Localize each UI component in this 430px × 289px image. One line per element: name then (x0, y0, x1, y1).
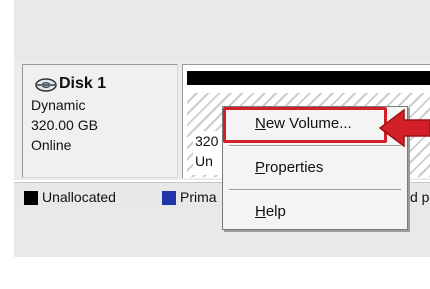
disk-name: Disk 1 (59, 75, 107, 92)
menu-item-help[interactable]: Help (229, 199, 401, 227)
disk-type: Dynamic (31, 97, 86, 113)
disk-icon (35, 78, 57, 92)
menu-separator (229, 189, 401, 191)
red-arrow-icon (378, 108, 430, 148)
legend-swatch-primary (162, 191, 176, 205)
legend-label-trailing: d p (410, 189, 430, 205)
legend-label-unallocated: Unallocated (42, 189, 116, 205)
menu-item-new-volume[interactable]: New Volume... (229, 111, 401, 139)
disk-size: 320.00 GB (31, 117, 98, 133)
volume-size-text: 320 (195, 133, 219, 149)
menu-item-properties[interactable]: Properties (229, 155, 401, 183)
menu-label-help: Help (255, 203, 286, 220)
menu-separator (229, 145, 401, 147)
disk-status: Online (31, 137, 72, 153)
disk-management-view: Disk 1 Dynamic 320.00 GB Online 320 Un U… (0, 0, 430, 289)
legend-swatch-unallocated (24, 191, 38, 205)
disk-info-panel[interactable]: Disk 1 Dynamic 320.00 GB Online (22, 64, 178, 178)
volume-status-text: Un (195, 153, 213, 169)
menu-label-properties: Properties (255, 159, 324, 176)
legend-label-primary: Prima (180, 189, 217, 205)
volume-header-bar (187, 71, 430, 85)
upper-panel-area (14, 0, 430, 60)
menu-label-new-volume: New Volume... (255, 115, 352, 132)
